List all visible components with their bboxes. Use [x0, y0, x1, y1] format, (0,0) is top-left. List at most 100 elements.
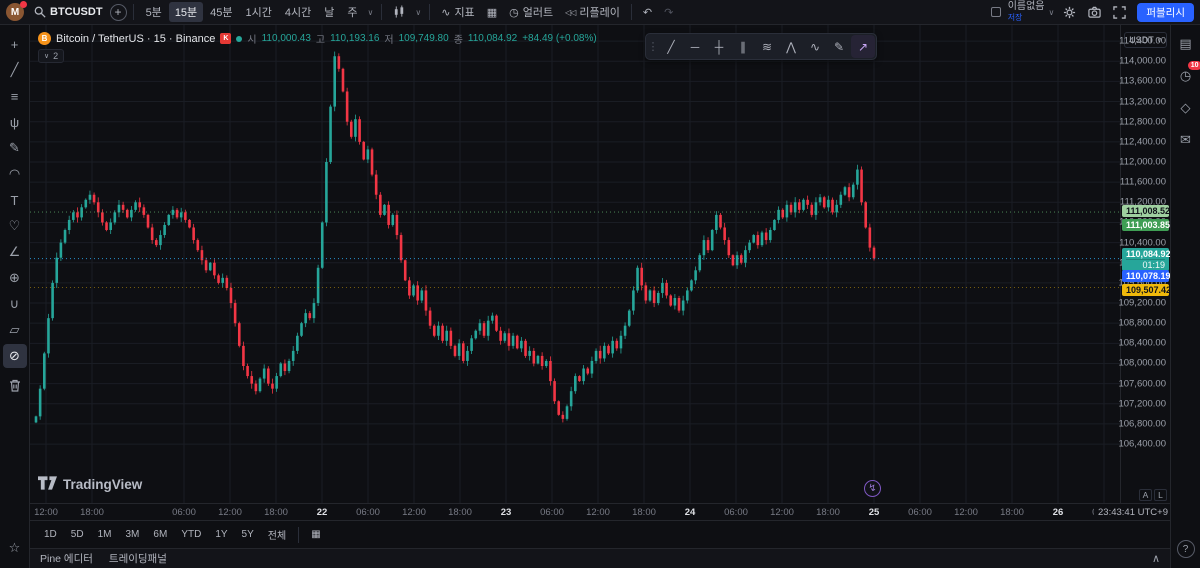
wave-icon[interactable]: ∿: [803, 35, 827, 58]
divider: [381, 4, 382, 20]
alert-button[interactable]: ◷ 얼러트: [504, 2, 558, 23]
price-scale[interactable]: USDT ∨ 106,400.00106,800.00107,200.00107…: [1120, 25, 1170, 503]
range-3M[interactable]: 3M: [120, 527, 146, 542]
replay-button[interactable]: ◁◁ 리플레이: [560, 2, 625, 23]
candlestick-chart[interactable]: [30, 25, 1120, 503]
pattern-icon[interactable]: ⋀: [779, 35, 803, 58]
range-1Y[interactable]: 1Y: [209, 527, 233, 542]
cloud-save-button[interactable]: [986, 2, 1006, 23]
settings-button[interactable]: [1058, 2, 1081, 23]
timeframe-caret[interactable]: ∨: [366, 6, 376, 19]
symbol-search-button[interactable]: BTCUSDT: [29, 2, 108, 23]
save-link[interactable]: 저장: [1008, 14, 1023, 22]
price-tick: 111,600.00: [1120, 177, 1166, 188]
shapes-arc-icon[interactable]: ◠: [3, 162, 27, 186]
timeframe-4시간[interactable]: 4시간: [279, 2, 317, 22]
timeframe-45분[interactable]: 45분: [204, 2, 238, 22]
chat-icon[interactable]: ✉: [1174, 128, 1198, 152]
fib-retracement-icon[interactable]: ≡: [3, 84, 27, 108]
clock[interactable]: 23:43:41 UTC+9: [1094, 507, 1168, 518]
hotlist-icon[interactable]: ◇: [1174, 96, 1198, 120]
range-5D[interactable]: 5D: [65, 527, 90, 542]
fullscreen-button[interactable]: [1108, 2, 1131, 23]
range-YTD[interactable]: YTD: [175, 527, 207, 542]
open-value: 110,000.43: [262, 33, 311, 44]
price-line-label: 110,078.19: [1122, 270, 1169, 282]
range-1M[interactable]: 1M: [92, 527, 118, 542]
alerts-badge: 10: [1188, 61, 1200, 70]
text-tool-icon[interactable]: T: [3, 188, 27, 212]
drag-handle[interactable]: ⋮: [647, 35, 659, 58]
range-5Y[interactable]: 5Y: [236, 527, 260, 542]
tab-트레이딩패널[interactable]: 트레이딩패널: [109, 551, 167, 566]
panel-expand-icon[interactable]: ∧: [1152, 552, 1160, 565]
price-tick: 114,400.00: [1119, 36, 1166, 47]
chart-type-caret[interactable]: ∨: [413, 6, 423, 19]
range-전체[interactable]: 전체: [262, 525, 292, 544]
object-tree-collapse-button[interactable]: ∨ 2: [38, 49, 64, 63]
timeframe-1시간[interactable]: 1시간: [240, 2, 278, 22]
symbol-legend[interactable]: B Bitcoin / TetherUS · 15 · Binance K 시 …: [38, 31, 597, 46]
layout-menu[interactable]: 이름없음 저장: [1008, 2, 1045, 22]
publish-button[interactable]: 퍼블리시: [1137, 3, 1194, 22]
price-tick: 113,200.00: [1119, 96, 1166, 107]
layout-caret[interactable]: ∨: [1047, 6, 1057, 19]
timeframe-날[interactable]: 날: [318, 2, 340, 22]
trend-line-icon[interactable]: ╱: [3, 58, 27, 82]
brush-icon[interactable]: ✎: [3, 136, 27, 160]
compare-add-button[interactable]: +: [110, 4, 127, 21]
measure-icon[interactable]: ∠: [3, 240, 27, 264]
regression-trend-icon[interactable]: ≋: [755, 35, 779, 58]
snapshot-button[interactable]: [1083, 2, 1106, 23]
time-tick: 12:00: [34, 507, 58, 518]
alerts-icon[interactable]: ◷10: [1174, 64, 1198, 88]
indicator-templates-button[interactable]: ▦: [482, 2, 502, 23]
hide-drawings-icon[interactable]: ⊘: [3, 344, 27, 368]
ruler-icon[interactable]: ▱: [3, 318, 27, 342]
horizontal-line-icon[interactable]: ─: [683, 35, 707, 58]
avatar[interactable]: M: [6, 3, 24, 21]
price-tick: 112,000.00: [1119, 157, 1166, 168]
magnet-icon[interactable]: ∪: [3, 292, 27, 316]
floating-drawing-toolbar[interactable]: ⋮╱─┼∥≋⋀∿✎↗: [645, 33, 877, 60]
log-scale-button[interactable]: L: [1154, 489, 1167, 501]
timeframe-주[interactable]: 주: [341, 2, 363, 22]
trend-line-icon[interactable]: ╱: [659, 35, 683, 58]
auto-scale-button[interactable]: A: [1139, 489, 1152, 501]
go-to-date-icon[interactable]: ▦: [305, 527, 326, 542]
curve-icon[interactable]: ↗: [851, 35, 875, 58]
trash-icon[interactable]: [3, 373, 27, 397]
chart-pane[interactable]: B Bitcoin / TetherUS · 15 · Binance K 시 …: [30, 25, 1120, 503]
timeframe-15분[interactable]: 15분: [169, 2, 203, 22]
parallel-channel-icon[interactable]: ∥: [731, 35, 755, 58]
right-sidebar: ▤ ◷10 ◇ ✉ ?: [1170, 25, 1200, 568]
brush-icon[interactable]: ✎: [827, 35, 851, 58]
time-tick: 18:00: [80, 507, 104, 518]
crosshair-icon[interactable]: +: [3, 32, 27, 56]
time-tick: 22: [317, 507, 328, 518]
tab-pine-에디터[interactable]: Pine 에디터: [40, 551, 93, 566]
pitchfork-icon[interactable]: ψ: [3, 110, 27, 134]
range-6M[interactable]: 6M: [147, 527, 173, 542]
timeframe-5분[interactable]: 5분: [140, 2, 168, 22]
cross-line-icon[interactable]: ┼: [707, 35, 731, 58]
divider: [298, 527, 299, 543]
favorites-star-icon[interactable]: ☆: [3, 536, 27, 560]
zoom-in-icon[interactable]: ⊕: [3, 266, 27, 290]
chart-type-button[interactable]: [388, 2, 411, 23]
indicators-button[interactable]: ∿ 지표: [436, 2, 479, 23]
watchlist-icon[interactable]: ▤: [1174, 32, 1198, 56]
time-axis[interactable]: 12:0018:0006:0012:0018:002206:0012:0018:…: [30, 503, 1170, 520]
price-tick: 114,000.00: [1119, 56, 1166, 67]
collapse-count: 2: [53, 51, 58, 61]
lightning-button[interactable]: ↯: [864, 480, 881, 497]
gear-icon: [1063, 6, 1076, 19]
redo-button[interactable]: ↷: [659, 2, 678, 23]
price-line-label: 111,003.85: [1122, 219, 1169, 231]
help-icon[interactable]: ?: [1177, 540, 1195, 558]
time-tick: 06:00: [724, 507, 748, 518]
range-1D[interactable]: 1D: [38, 527, 63, 542]
bar-countdown: 01:19: [1126, 259, 1165, 270]
emoji-icon[interactable]: ♡: [3, 214, 27, 238]
undo-button[interactable]: ↶: [638, 2, 657, 23]
